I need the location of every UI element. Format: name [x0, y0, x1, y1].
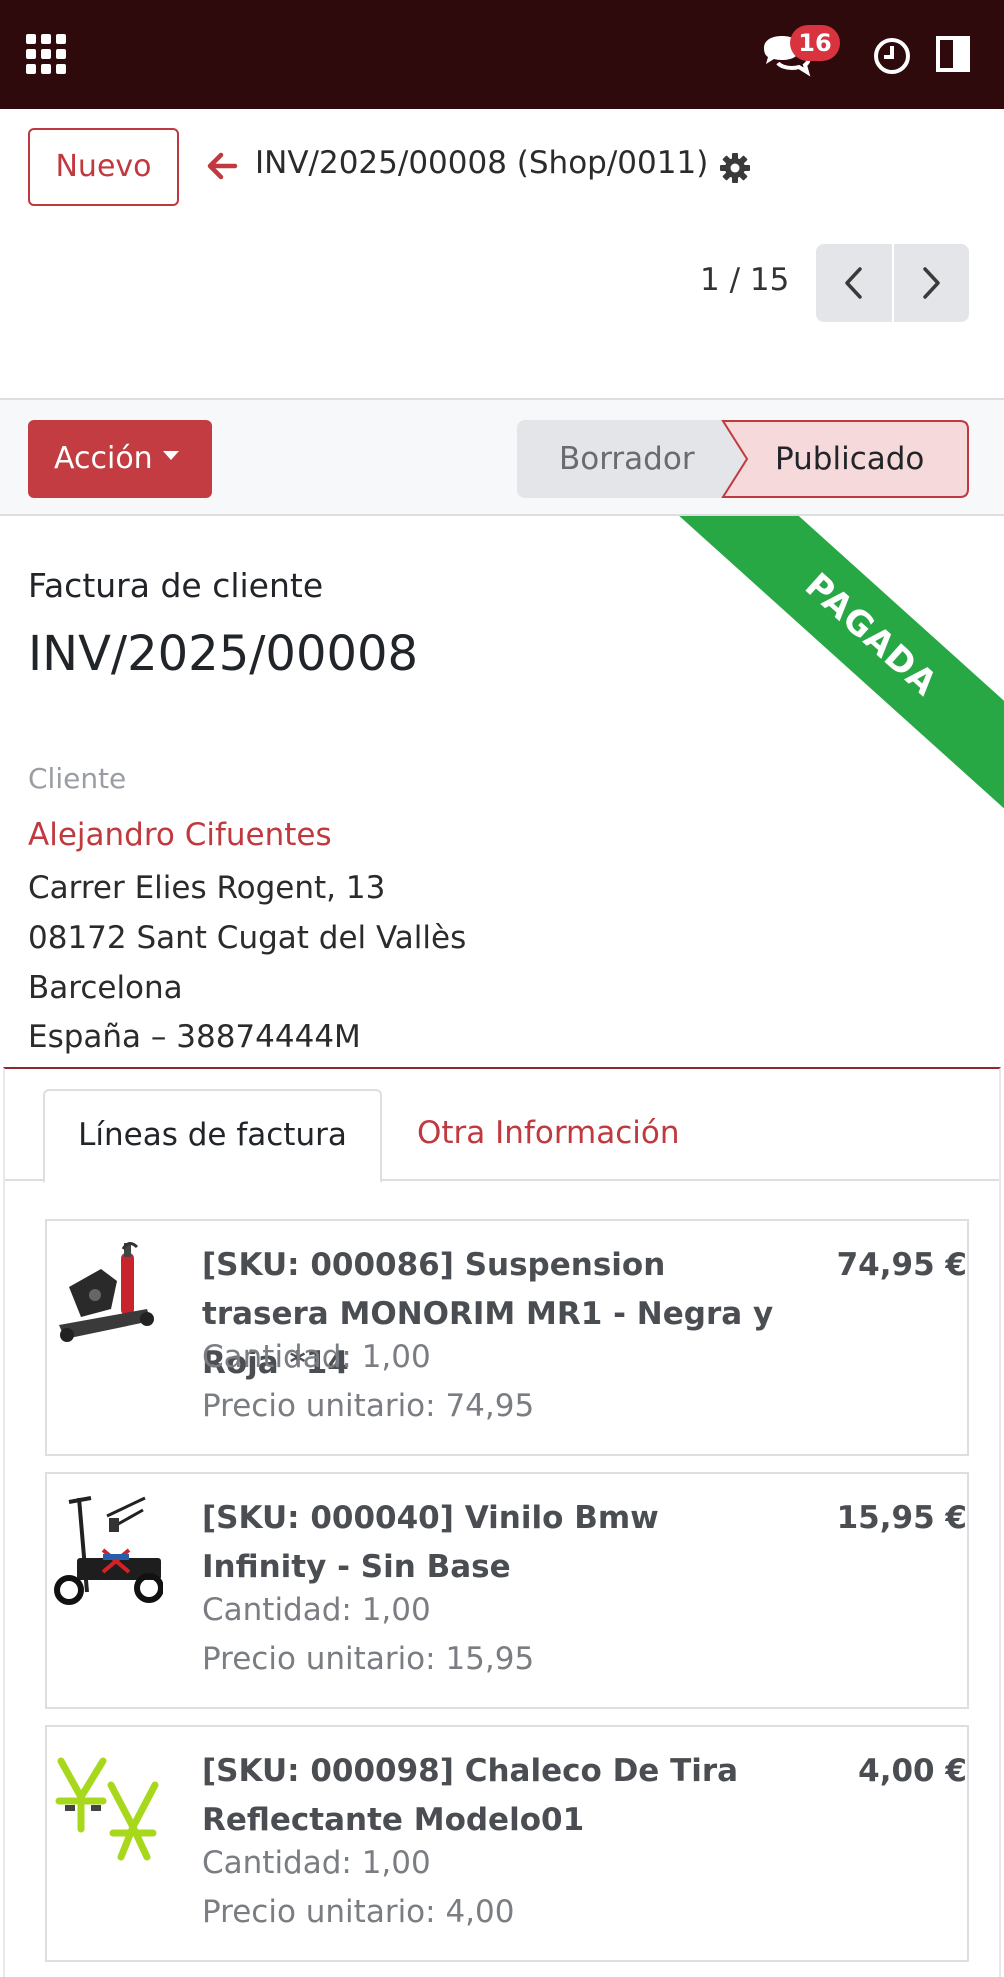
- line-quantity: Cantidad: 1,00: [202, 1339, 431, 1375]
- chevron-left-icon: [845, 267, 862, 299]
- side-panel-icon[interactable]: [936, 36, 970, 72]
- address-line: España – 38874444M: [28, 1019, 361, 1055]
- line-subtotal: 4,00 €: [858, 1753, 967, 1789]
- action-button[interactable]: Acción: [28, 420, 212, 498]
- top-navbar: 16: [0, 0, 1004, 109]
- paid-ribbon: PAGADA: [560, 516, 1004, 876]
- status-steps: Borrador Publicado: [517, 420, 969, 498]
- vest-product-image: [55, 1757, 159, 1861]
- pager-value[interactable]: 1 / 15: [700, 262, 789, 298]
- suspension-product-image: [59, 1242, 154, 1342]
- breadcrumb-current: INV/2025/00008 (Shop/0011): [255, 145, 709, 181]
- line-unit-price: Precio unitario: 15,95: [202, 1641, 535, 1677]
- document-number: INV/2025/00008: [28, 626, 419, 682]
- line-unit-price: Precio unitario: 4,00: [202, 1894, 515, 1930]
- chevron-right-icon: [923, 267, 940, 299]
- customer-label: Cliente: [28, 762, 127, 795]
- action-button-label: Acción: [54, 441, 153, 476]
- line-quantity: Cantidad: 1,00: [202, 1845, 431, 1881]
- message-count-badge: 16: [790, 25, 840, 61]
- line-quantity: Cantidad: 1,00: [202, 1592, 431, 1628]
- status-step-posted[interactable]: Publicado: [775, 420, 924, 498]
- paid-ribbon-band: PAGADA: [606, 516, 1004, 876]
- address-line: Carrer Elies Rogent, 13: [28, 870, 386, 906]
- apps-menu-icon[interactable]: [26, 34, 68, 74]
- tab-bar: Líneas de factura Otra Información: [5, 1069, 999, 1183]
- gear-icon[interactable]: [718, 151, 752, 185]
- new-button[interactable]: Nuevo: [28, 128, 179, 206]
- paid-ribbon-label: PAGADA: [797, 565, 945, 705]
- invoice-line[interactable]: [SKU: 000040] Vinilo Bmw Infinity - Sin …: [45, 1472, 969, 1709]
- pager-next-button[interactable]: [891, 244, 970, 322]
- address-line: 08172 Sant Cugat del Vallès: [28, 920, 467, 956]
- customer-name-link[interactable]: Alejandro Cifuentes: [28, 817, 332, 853]
- line-product-name: [SKU: 000040] Vinilo Bmw Infinity - Sin …: [202, 1500, 659, 1585]
- caret-down-icon: [162, 451, 179, 460]
- line-subtotal: 74,95 €: [836, 1247, 967, 1283]
- tab-invoice-lines[interactable]: Líneas de factura: [43, 1089, 382, 1183]
- pager-previous-button[interactable]: [816, 244, 892, 322]
- back-arrow-icon[interactable]: [205, 149, 239, 183]
- invoice-line[interactable]: [SKU: 000098] Chaleco De Tira Reflectant…: [45, 1725, 969, 1962]
- activity-clock-icon[interactable]: [872, 36, 912, 76]
- status-bar: Acción Borrador Publicado: [0, 398, 1004, 516]
- scooter-product-image: [54, 1496, 163, 1605]
- line-product-name: [SKU: 000098] Chaleco De Tira Reflectant…: [202, 1753, 739, 1838]
- line-unit-price: Precio unitario: 74,95: [202, 1388, 535, 1424]
- line-subtotal: 15,95 €: [836, 1500, 967, 1536]
- tab-other-info[interactable]: Otra Información: [417, 1089, 680, 1183]
- pager-buttons: [816, 244, 969, 322]
- invoice-notebook: Líneas de factura Otra Información [SKU:…: [3, 1067, 1001, 1977]
- address-line: Barcelona: [28, 970, 183, 1006]
- invoice-line[interactable]: [SKU: 000086] Suspension trasera MONORIM…: [45, 1219, 969, 1456]
- document-type: Factura de cliente: [28, 566, 324, 605]
